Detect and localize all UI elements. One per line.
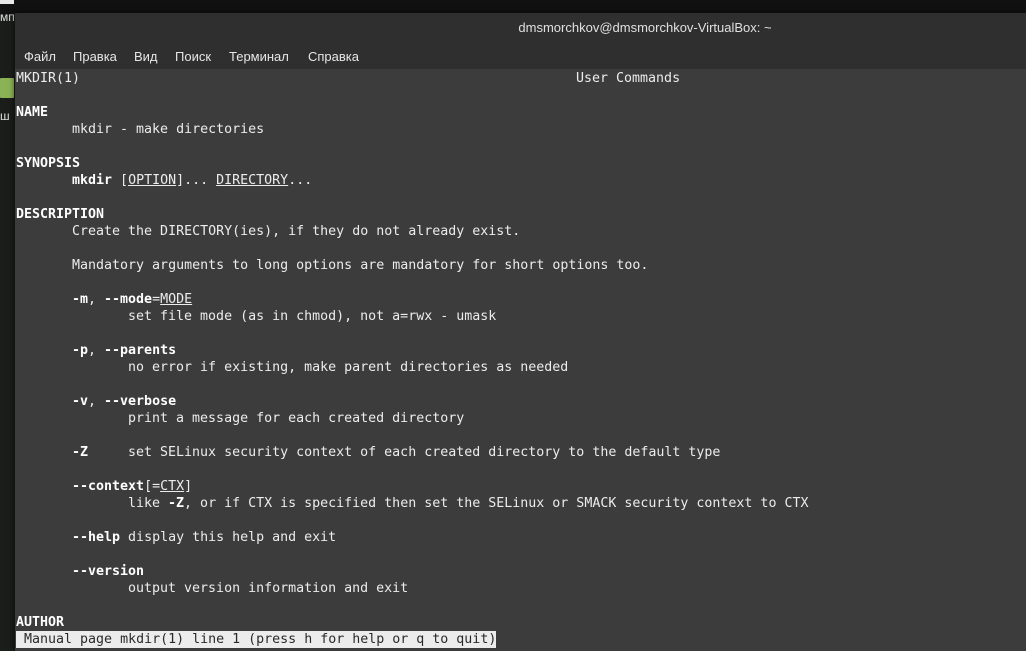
option-verbose-sep: ,	[88, 394, 105, 409]
menu-search[interactable]: Поиск	[175, 49, 211, 64]
option-verbose: -v, --verbose	[72, 393, 176, 410]
man-header-left: MKDIR(1)	[16, 71, 81, 86]
option-mode-sep: ,	[88, 292, 105, 307]
option-parents-long: --parents	[104, 343, 177, 358]
option-context-open: [=	[144, 479, 161, 494]
option-context-desc-a: like	[128, 496, 169, 511]
option-mode-arg: MODE	[160, 292, 193, 307]
desktop-top-panel	[0, 0, 1026, 14]
synopsis-bracket-close: ]...	[176, 173, 217, 188]
option-parents: -p, --parents	[72, 342, 176, 359]
desktop-label-fragment: мп	[0, 10, 15, 24]
desktop-label-fragment-2: ш	[0, 109, 10, 123]
option-parents-desc: no error if existing, make parent direct…	[128, 360, 569, 375]
option-z: -Z	[72, 445, 89, 460]
menu-help[interactable]: Справка	[308, 49, 359, 64]
section-name-heading: NAME	[16, 105, 49, 120]
window-titlebar[interactable]: dmsmorchkov@dmsmorchkov-VirtualBox: ~	[15, 13, 1026, 44]
option-help-desc: display this help and exit	[120, 530, 337, 545]
option-help-long: --help	[72, 530, 121, 545]
option-parents-sep: ,	[88, 343, 105, 358]
desktop-icon-fragment	[0, 0, 14, 4]
menu-file[interactable]: Файл	[24, 49, 56, 64]
desktop: мп ш dmsmorchkov@dmsmorchkov-VirtualBox:…	[0, 0, 1026, 651]
option-mode-eq: =	[152, 292, 161, 307]
menu-view[interactable]: Вид	[134, 49, 158, 64]
option-z-desc: set SELinux security context of each cre…	[128, 445, 721, 460]
option-parents-short: -p	[72, 343, 89, 358]
option-context-close: ]	[184, 479, 193, 494]
synopsis-line: mkdir [OPTION]... DIRECTORY...	[72, 172, 312, 189]
menu-bar: Файл Правка Вид Поиск Терминал Справка	[15, 44, 1026, 69]
description-line-1: Create the DIRECTORY(ies), if they do no…	[72, 224, 521, 239]
section-author-heading: AUTHOR	[16, 615, 65, 630]
option-context-desc-b: , or if CTX is specified then set the SE…	[184, 496, 809, 511]
option-context-long: --context	[72, 479, 145, 494]
section-synopsis-heading: SYNOPSIS	[16, 156, 81, 171]
synopsis-option: OPTION	[128, 173, 177, 188]
option-context-arg: CTX	[160, 479, 185, 494]
option-verbose-desc: print a message for each created directo…	[128, 411, 465, 426]
option-help: --help display this help and exit	[72, 529, 336, 546]
menu-edit[interactable]: Правка	[73, 49, 117, 64]
window-title: dmsmorchkov@dmsmorchkov-VirtualBox: ~	[518, 20, 772, 35]
option-mode-desc: set file mode (as in chmod), not a=rwx -…	[128, 309, 497, 324]
terminal-content[interactable]: MKDIR(1) User Commands NAME mkdir - make…	[15, 69, 1026, 651]
name-text: mkdir - make directories	[72, 122, 265, 137]
option-version: --version	[72, 564, 145, 579]
option-verbose-short: -v	[72, 394, 89, 409]
option-mode-long: --mode	[104, 292, 153, 307]
option-context-desc: like -Z, or if CTX is specified then set…	[128, 495, 808, 512]
option-mode: -m, --mode=MODE	[72, 291, 192, 308]
synopsis-bracket-open: [	[120, 173, 129, 188]
folder-icon[interactable]	[0, 78, 14, 98]
option-version-desc: output version information and exit	[128, 581, 409, 596]
option-verbose-long: --verbose	[104, 394, 177, 409]
option-context: --context[=CTX]	[72, 478, 192, 495]
man-header-center: User Commands	[576, 71, 681, 86]
pager-status-bar: Manual page mkdir(1) line 1 (press h for…	[16, 631, 497, 648]
menu-terminal[interactable]: Терминал	[229, 49, 289, 64]
section-description-heading: DESCRIPTION	[16, 207, 105, 222]
option-context-desc-z: -Z	[168, 496, 185, 511]
synopsis-dots: ...	[288, 173, 313, 188]
description-line-2: Mandatory arguments to long options are …	[72, 258, 649, 273]
option-mode-short: -m	[72, 292, 89, 307]
terminal-window: dmsmorchkov@dmsmorchkov-VirtualBox: ~ Фа…	[15, 13, 1026, 651]
synopsis-directory: DIRECTORY	[216, 173, 289, 188]
synopsis-command: mkdir	[72, 173, 113, 188]
